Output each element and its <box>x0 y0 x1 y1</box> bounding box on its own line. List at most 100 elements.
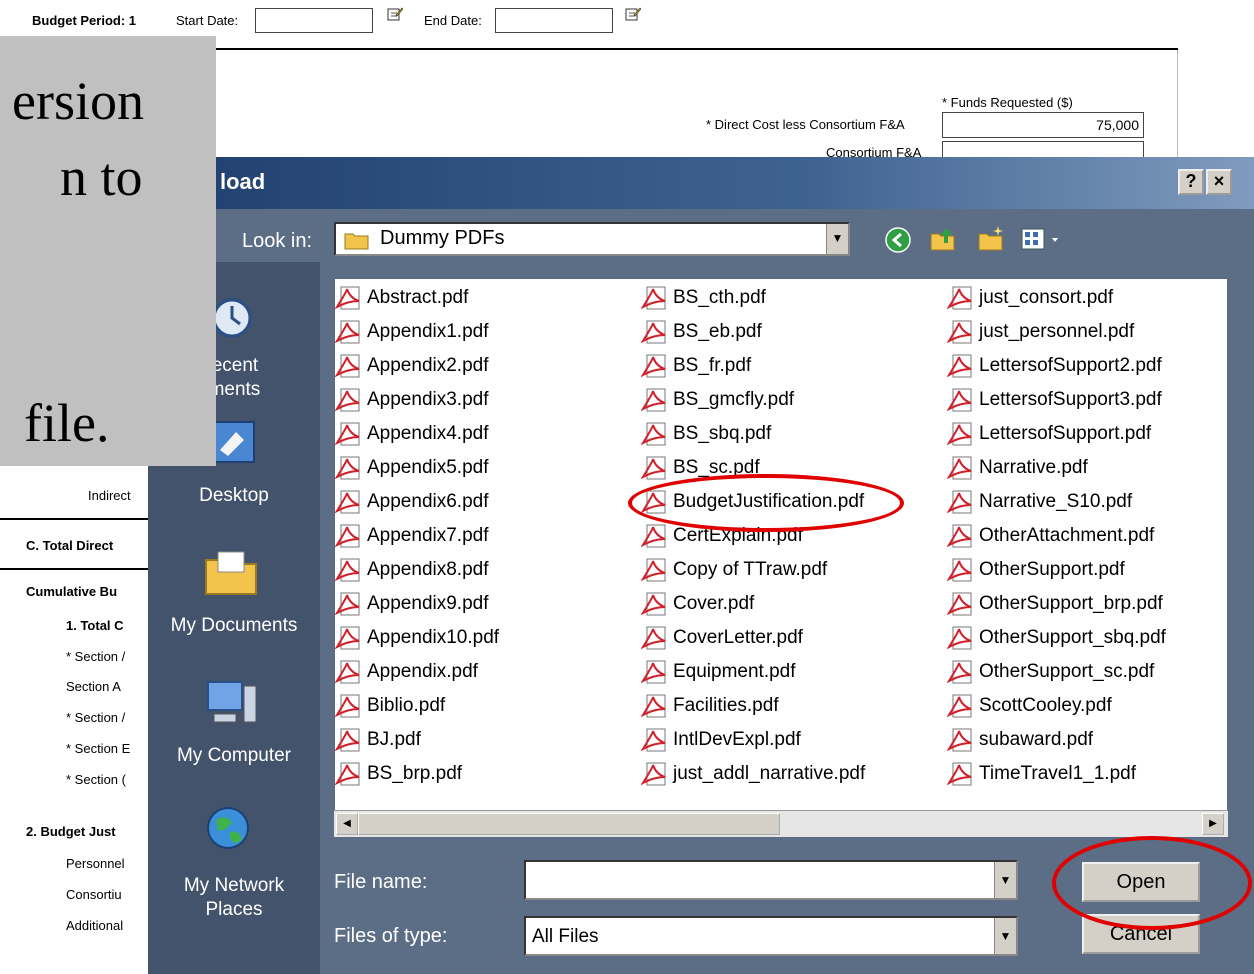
file-item[interactable]: Appendix5.pdf <box>335 453 489 483</box>
file-item[interactable]: Appendix4.pdf <box>335 419 489 449</box>
direct-cost-label: * Direct Cost less Consortium F&A <box>706 117 905 132</box>
file-item[interactable]: Equipment.pdf <box>641 657 796 687</box>
pdf-file-icon <box>335 320 360 344</box>
calendar-edit-icon[interactable] <box>387 6 403 22</box>
file-item[interactable]: subaward.pdf <box>947 725 1093 755</box>
file-name: BS_cth.pdf <box>673 287 766 308</box>
file-name: BS_brp.pdf <box>367 763 463 784</box>
file-item[interactable]: Appendix2.pdf <box>335 351 489 381</box>
file-item[interactable]: OtherSupport_sbq.pdf <box>947 623 1166 653</box>
files-of-type-dropdown[interactable]: All Files ▼ <box>524 916 1018 956</box>
my-network-places-icon <box>207 807 249 849</box>
pdf-file-icon <box>947 490 972 514</box>
instruction-callout: ersion n to file. <box>0 36 216 466</box>
file-item[interactable]: Abstract.pdf <box>335 283 468 313</box>
file-name-input[interactable]: ▼ <box>524 860 1018 900</box>
file-name: Facilities.pdf <box>673 695 779 716</box>
file-item[interactable]: Appendix6.pdf <box>335 487 489 517</box>
file-item[interactable]: OtherSupport.pdf <box>947 555 1125 585</box>
section-divider <box>0 568 148 570</box>
chevron-down-icon[interactable]: ▼ <box>994 862 1016 898</box>
file-item[interactable]: just_personnel.pdf <box>947 317 1134 347</box>
file-item[interactable]: OtherSupport_brp.pdf <box>947 589 1163 619</box>
file-item[interactable]: Appendix1.pdf <box>335 317 489 347</box>
file-item[interactable]: Facilities.pdf <box>641 691 779 721</box>
views-menu-icon[interactable] <box>1020 226 1070 254</box>
file-item[interactable]: IntlDevExpl.pdf <box>641 725 801 755</box>
file-item[interactable]: Copy of TTraw.pdf <box>641 555 827 585</box>
pdf-file-icon <box>641 286 666 310</box>
pdf-file-icon <box>947 456 972 480</box>
section-divider <box>200 48 1178 50</box>
file-name: Cover.pdf <box>673 593 755 614</box>
end-date-input[interactable] <box>495 8 613 33</box>
file-name: BS_fr.pdf <box>673 355 752 376</box>
file-item[interactable]: OtherAttachment.pdf <box>947 521 1154 551</box>
callout-line-3: file. <box>24 393 110 453</box>
section-a2-label: Section A <box>66 679 121 694</box>
file-item[interactable]: BS_gmcfly.pdf <box>641 385 794 415</box>
files-of-type-label: Files of type: <box>334 925 448 947</box>
back-icon[interactable] <box>884 226 912 254</box>
scroll-thumb[interactable] <box>358 813 780 835</box>
calendar-edit-icon[interactable] <box>625 6 641 22</box>
file-item[interactable]: BS_fr.pdf <box>641 351 751 381</box>
total-label: 1. Total C <box>66 618 124 633</box>
file-item[interactable]: Appendix8.pdf <box>335 555 489 585</box>
pdf-file-icon <box>947 354 972 378</box>
file-item[interactable]: just_addl_narrative.pdf <box>641 759 865 789</box>
pdf-file-icon <box>641 626 666 650</box>
file-name: Appendix7.pdf <box>367 525 489 546</box>
look-in-dropdown[interactable]: Dummy PDFs ▼ <box>334 222 850 256</box>
file-item[interactable]: Appendix7.pdf <box>335 521 489 551</box>
file-item[interactable]: Appendix.pdf <box>335 657 478 687</box>
file-item[interactable]: TimeTravel1_1.pdf <box>947 759 1136 789</box>
file-name: OtherSupport_sc.pdf <box>979 661 1155 682</box>
pdf-file-icon <box>641 762 666 786</box>
file-list[interactable]: Abstract.pdf Appendix1.pdf Appendix2.pdf Ap… <box>334 278 1228 838</box>
file-item[interactable]: LettersofSupport3.pdf <box>947 385 1162 415</box>
file-item[interactable]: Appendix10.pdf <box>335 623 499 653</box>
file-name: Abstract.pdf <box>367 287 469 308</box>
file-name: just_addl_narrative.pdf <box>673 763 866 784</box>
file-item[interactable]: BS_brp.pdf <box>335 759 462 789</box>
file-name: IntlDevExpl.pdf <box>673 729 801 750</box>
file-name: Appendix4.pdf <box>367 423 489 444</box>
file-item[interactable]: CoverLetter.pdf <box>641 623 803 653</box>
my-computer-icon <box>207 681 257 723</box>
up-folder-icon[interactable] <box>928 224 958 254</box>
chevron-down-icon[interactable]: ▼ <box>826 224 848 254</box>
new-folder-icon[interactable] <box>976 224 1006 254</box>
file-item[interactable]: LettersofSupport2.pdf <box>947 351 1162 381</box>
file-item[interactable]: Appendix3.pdf <box>335 385 489 415</box>
file-item[interactable]: OtherSupport_sc.pdf <box>947 657 1154 687</box>
chevron-down-icon[interactable]: ▼ <box>994 918 1016 954</box>
scroll-right-arrow[interactable]: ▶ <box>1202 813 1224 835</box>
help-button[interactable]: ? <box>1178 169 1204 195</box>
file-item[interactable]: BS_cth.pdf <box>641 283 766 313</box>
file-name: subaward.pdf <box>979 729 1094 750</box>
place-label-my-network: My Network Places <box>183 875 285 920</box>
pdf-file-icon <box>947 388 972 412</box>
file-item[interactable]: Appendix9.pdf <box>335 589 489 619</box>
file-item[interactable]: ScottCooley.pdf <box>947 691 1112 721</box>
horizontal-scrollbar[interactable]: ◀ ▶ <box>334 810 1228 837</box>
file-item[interactable]: BS_eb.pdf <box>641 317 762 347</box>
pdf-file-icon <box>947 558 972 582</box>
scroll-left-arrow[interactable]: ◀ <box>336 813 358 835</box>
file-item[interactable]: Narrative.pdf <box>947 453 1088 483</box>
file-item[interactable]: Cover.pdf <box>641 589 754 619</box>
direct-cost-input[interactable]: 75,000 <box>942 112 1144 138</box>
file-item[interactable]: just_consort.pdf <box>947 283 1113 313</box>
close-button[interactable]: × <box>1206 169 1232 195</box>
file-item[interactable]: Biblio.pdf <box>335 691 445 721</box>
pdf-file-icon <box>335 490 360 514</box>
file-item[interactable]: BS_sbq.pdf <box>641 419 771 449</box>
file-item[interactable]: LettersofSupport.pdf <box>947 419 1151 449</box>
file-item[interactable]: Narrative_S10.pdf <box>947 487 1132 517</box>
dialog-titlebar[interactable]: load ? × <box>148 157 1254 209</box>
file-name: Copy of TTraw.pdf <box>673 559 828 580</box>
start-date-input[interactable] <box>255 8 373 33</box>
place-label-desktop: Desktop <box>199 485 269 506</box>
file-item[interactable]: BJ.pdf <box>335 725 421 755</box>
